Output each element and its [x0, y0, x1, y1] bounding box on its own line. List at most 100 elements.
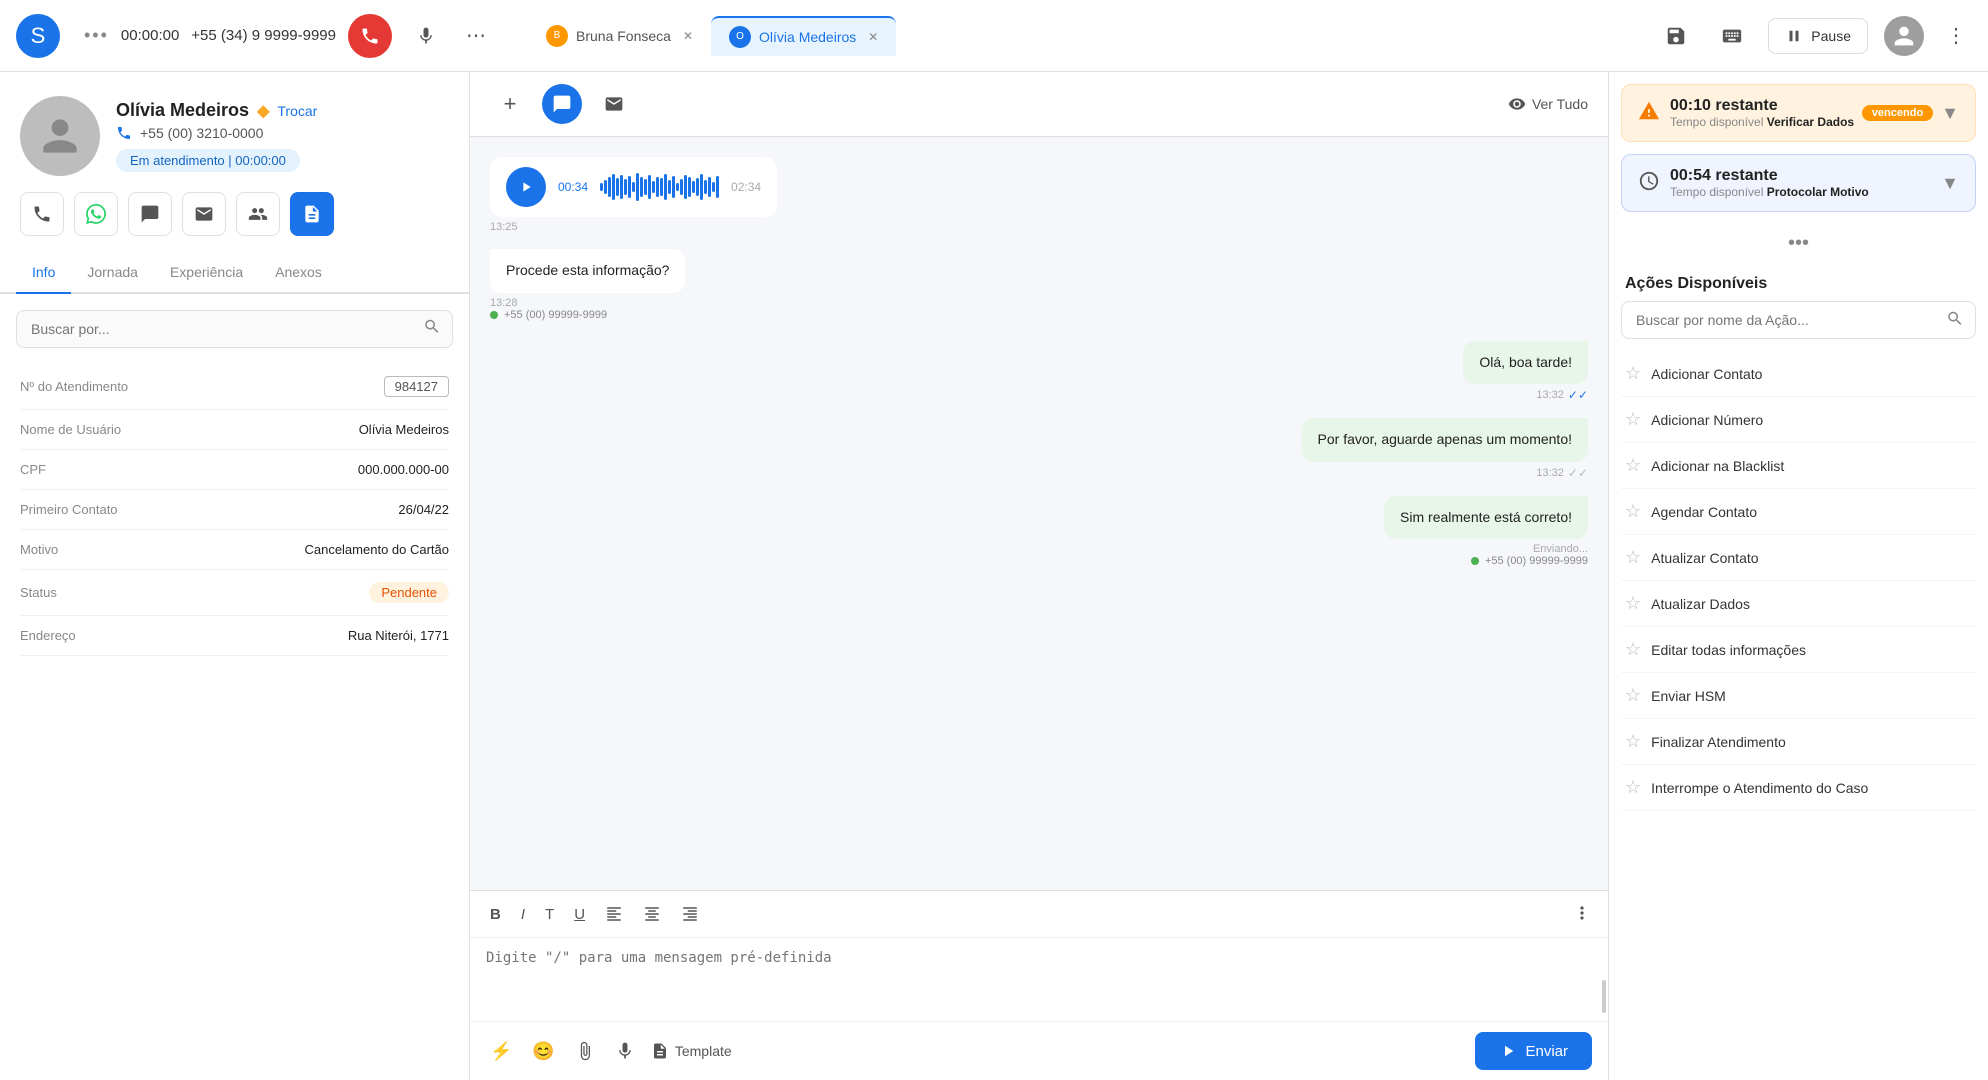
- strikethrough-button[interactable]: T: [541, 902, 558, 927]
- contact-name-text: Olívia Medeiros: [116, 100, 249, 121]
- star-icon-0[interactable]: ☆: [1625, 363, 1641, 384]
- message-composer: B I T U: [470, 890, 1608, 1080]
- label-endereco: Endereço: [20, 628, 76, 643]
- timer-chevron-verificar[interactable]: ▼: [1941, 103, 1959, 124]
- align-left-button[interactable]: [601, 901, 627, 927]
- acao-finalizar-atendimento[interactable]: ☆ Finalizar Atendimento: [1621, 719, 1976, 765]
- message-input[interactable]: [470, 938, 1608, 1018]
- top-more-button[interactable]: ⋮: [1940, 20, 1972, 52]
- end-call-button[interactable]: [348, 14, 392, 58]
- tab-bruna[interactable]: B Bruna Fonseca ✕: [528, 17, 711, 55]
- diamond-icon: ◆: [257, 101, 269, 121]
- acao-adicionar-numero[interactable]: ☆ Adicionar Número: [1621, 397, 1976, 443]
- info-search-input[interactable]: [16, 310, 453, 348]
- underline-button[interactable]: U: [570, 902, 589, 927]
- lightning-button[interactable]: ⚡: [486, 1037, 516, 1066]
- timer-chevron-protocolar[interactable]: ▼: [1941, 173, 1959, 194]
- msg-text-ola: Olá, boa tarde!: [1479, 354, 1572, 370]
- info-row-nome: Nome de Usuário Olívia Medeiros: [20, 410, 449, 450]
- phone-action-button[interactable]: [20, 192, 64, 236]
- timer-card-verificar: 00:10 restante Tempo disponível Verifica…: [1621, 84, 1976, 142]
- composer-toolbar: B I T U: [470, 891, 1608, 938]
- acao-blacklist[interactable]: ☆ Adicionar na Blacklist: [1621, 443, 1976, 489]
- info-row-endereco: Endereço Rua Niterói, 1771: [20, 616, 449, 656]
- align-center-button[interactable]: [639, 901, 665, 927]
- acao-agendar-contato[interactable]: ☆ Agendar Contato: [1621, 489, 1976, 535]
- star-icon-1[interactable]: ☆: [1625, 409, 1641, 430]
- chat-channel-button[interactable]: [542, 84, 582, 124]
- msg-time-procede: 13:28: [490, 297, 685, 309]
- message-ola: Olá, boa tarde! 13:32 ✓✓: [1463, 341, 1588, 403]
- ver-tudo-button[interactable]: Ver Tudo: [1508, 95, 1588, 113]
- value-atendimento: 984127: [384, 376, 449, 397]
- tab-olivia[interactable]: O Olívia Medeiros ✕: [711, 16, 896, 56]
- timer-time-verificar: 00:10 restante: [1670, 97, 1854, 115]
- call-number: +55 (34) 9 9999-9999: [191, 27, 336, 44]
- acao-atualizar-contato[interactable]: ☆ Atualizar Contato: [1621, 535, 1976, 581]
- call-more-button[interactable]: ⋯: [460, 20, 492, 52]
- message-correto: Sim realmente está correto! Enviando... …: [1384, 496, 1588, 572]
- msg-time-aguarde: 13:32 ✓✓: [1302, 466, 1588, 480]
- star-icon-8[interactable]: ☆: [1625, 731, 1641, 752]
- acao-adicionar-contato[interactable]: ☆ Adicionar Contato: [1621, 351, 1976, 397]
- add-channel-button[interactable]: +: [490, 84, 530, 124]
- timer-label-value-protocolar: Protocolar Motivo: [1767, 185, 1869, 199]
- composer-more[interactable]: [1572, 903, 1592, 926]
- nav-tab-anexos[interactable]: Anexos: [259, 252, 338, 294]
- acao-label-4: Atualizar Contato: [1651, 550, 1758, 566]
- msg-bubble-aguarde: Por favor, aguarde apenas um momento!: [1302, 418, 1588, 462]
- whatsapp-action-button[interactable]: [74, 192, 118, 236]
- nav-tab-info[interactable]: Info: [16, 252, 71, 294]
- audio-time-elapsed: 00:34: [558, 180, 588, 194]
- bold-button[interactable]: B: [486, 902, 505, 927]
- vencendo-badge: vencendo: [1862, 105, 1933, 121]
- acao-label-2: Adicionar na Blacklist: [1651, 458, 1784, 474]
- star-icon-4[interactable]: ☆: [1625, 547, 1641, 568]
- tab-bruna-close[interactable]: ✕: [683, 29, 693, 43]
- email-action-button[interactable]: [182, 192, 226, 236]
- acao-atualizar-dados[interactable]: ☆ Atualizar Dados: [1621, 581, 1976, 627]
- notes-action-button[interactable]: [290, 192, 334, 236]
- sender-phone-correto: +55 (00) 99999-9999: [1485, 555, 1588, 567]
- attach-button[interactable]: [571, 1037, 599, 1065]
- emoji-button[interactable]: 😊: [528, 1037, 558, 1066]
- acao-enviar-hsm[interactable]: ☆ Enviar HSM: [1621, 673, 1976, 719]
- star-icon-9[interactable]: ☆: [1625, 777, 1641, 798]
- star-icon-6[interactable]: ☆: [1625, 639, 1641, 660]
- audio-record-button[interactable]: [611, 1037, 639, 1065]
- italic-button[interactable]: I: [517, 902, 529, 927]
- msg-sender-correto: +55 (00) 99999-9999: [1384, 555, 1588, 567]
- contacts-action-button[interactable]: [236, 192, 280, 236]
- acao-interrompe-atendimento[interactable]: ☆ Interrompe o Atendimento do Caso: [1621, 765, 1976, 811]
- composer-scrollbar[interactable]: [1602, 980, 1606, 1013]
- star-icon-7[interactable]: ☆: [1625, 685, 1641, 706]
- acao-label-6: Editar todas informações: [1651, 642, 1806, 658]
- acoes-search-bar: [1621, 301, 1976, 339]
- chat-tabs: B Bruna Fonseca ✕ O Olívia Medeiros ✕: [528, 16, 896, 56]
- star-icon-3[interactable]: ☆: [1625, 501, 1641, 522]
- msg-time-correto: Enviando...: [1384, 543, 1588, 555]
- star-icon-2[interactable]: ☆: [1625, 455, 1641, 476]
- edit-link[interactable]: Trocar: [277, 103, 317, 119]
- acoes-search-input[interactable]: [1621, 301, 1976, 339]
- nav-tab-jornada[interactable]: Jornada: [71, 252, 154, 294]
- top-bar: S ••• 00:00:00 +55 (34) 9 9999-9999 ⋯ B …: [0, 0, 1988, 72]
- template-button[interactable]: Template: [651, 1042, 732, 1060]
- save-icon-button[interactable]: [1656, 16, 1696, 56]
- play-audio-button[interactable]: [506, 167, 546, 207]
- keyboard-icon-button[interactable]: [1712, 16, 1752, 56]
- mute-button[interactable]: [404, 14, 448, 58]
- three-dots-button[interactable]: •••: [1609, 224, 1988, 263]
- audio-waveform: [600, 171, 719, 203]
- tab-olivia-close[interactable]: ✕: [868, 30, 878, 44]
- send-button[interactable]: Enviar: [1475, 1032, 1592, 1070]
- value-primeiro-contato: 26/04/22: [398, 502, 449, 517]
- star-icon-5[interactable]: ☆: [1625, 593, 1641, 614]
- nav-tab-experiencia[interactable]: Experiência: [154, 252, 259, 294]
- sender-dot: [490, 311, 498, 319]
- acao-editar-informacoes[interactable]: ☆ Editar todas informações: [1621, 627, 1976, 673]
- email-channel-button[interactable]: [594, 84, 634, 124]
- pause-button[interactable]: Pause: [1768, 18, 1868, 54]
- chat-action-button[interactable]: [128, 192, 172, 236]
- align-right-button[interactable]: [677, 901, 703, 927]
